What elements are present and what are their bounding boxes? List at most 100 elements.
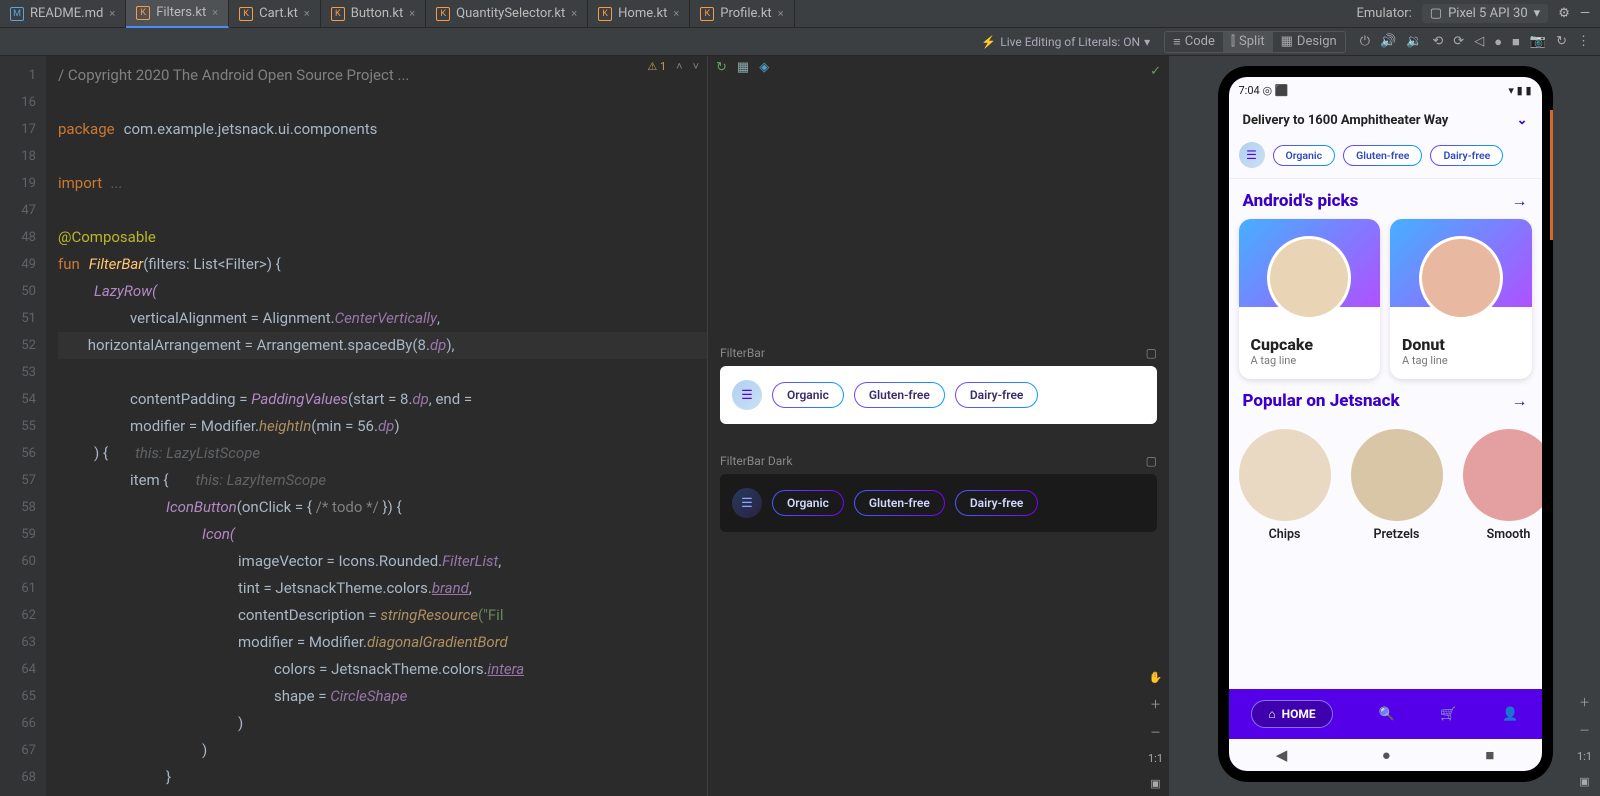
- signal-icon: ▮: [1517, 84, 1523, 97]
- back-icon[interactable]: ◀: [1276, 746, 1288, 764]
- tab-filters[interactable]: KFilters.kt×: [126, 0, 229, 28]
- preview-name-light: FilterBar: [720, 346, 765, 360]
- home-icon[interactable]: ●: [1494, 34, 1502, 50]
- filter-list-icon[interactable]: ☰: [732, 488, 762, 518]
- editor-inspections[interactable]: ⚠ 1 ˄ ˅: [647, 60, 699, 73]
- round-pretzels[interactable]: Pretzels: [1351, 429, 1443, 542]
- tab-profile[interactable]: KProfile.kt×: [690, 0, 794, 28]
- volume-down-icon[interactable]: 🔉: [1406, 34, 1422, 49]
- close-icon[interactable]: ×: [571, 7, 577, 20]
- code-body[interactable]: / Copyright 2020 The Android Open Source…: [46, 56, 707, 796]
- back-icon[interactable]: ◁: [1474, 34, 1484, 49]
- volume-up-icon[interactable]: 🔊: [1380, 34, 1396, 49]
- reload-icon[interactable]: ↻: [1556, 34, 1567, 49]
- zoom-in-icon[interactable]: ＋: [1150, 696, 1161, 712]
- device-icon[interactable]: ▢: [1146, 454, 1157, 468]
- file-tabs: MREADME.md× KFilters.kt× KCart.kt× KButt…: [0, 0, 795, 28]
- interactive-icon[interactable]: ▦: [737, 60, 749, 75]
- close-icon[interactable]: ×: [109, 7, 115, 20]
- pan-icon[interactable]: ✋: [1149, 671, 1163, 684]
- chevron-up-icon[interactable]: ˄: [676, 60, 682, 73]
- minimize-icon[interactable]: —: [1580, 6, 1590, 21]
- line-num: 68: [0, 764, 36, 791]
- chevron-down-icon[interactable]: ˅: [693, 60, 699, 73]
- round-smooth[interactable]: Smooth: [1463, 429, 1542, 542]
- arrow-right-icon[interactable]: →: [1512, 191, 1528, 211]
- card-tag: A tag line: [1402, 354, 1520, 367]
- card-donut[interactable]: DonutA tag line: [1390, 219, 1532, 379]
- close-icon[interactable]: ×: [212, 6, 218, 19]
- split-view-button[interactable]: ⫿Split: [1223, 32, 1273, 52]
- chip-organic[interactable]: Organic: [772, 490, 844, 516]
- filter-list-icon[interactable]: ☰: [732, 380, 762, 410]
- round-label: Pretzels: [1374, 527, 1420, 542]
- rounds-row[interactable]: Chips Pretzels Smooth: [1229, 419, 1542, 548]
- line-num: 17: [0, 116, 36, 143]
- chip-glutenfree[interactable]: Gluten-free: [854, 382, 945, 408]
- power-icon[interactable]: ⏻: [1360, 34, 1370, 49]
- close-icon[interactable]: ×: [673, 7, 679, 20]
- fit-icon[interactable]: ▣: [1150, 777, 1160, 790]
- tab-home[interactable]: KHome.kt×: [588, 0, 690, 28]
- camera-icon[interactable]: 📷: [1530, 34, 1546, 49]
- profile-icon[interactable]: 👤: [1502, 707, 1518, 722]
- device-icon[interactable]: ▢: [1146, 346, 1157, 360]
- line-num: 60: [0, 548, 36, 575]
- chip-dairyfree[interactable]: Dairy-free: [1430, 145, 1503, 166]
- fit-icon[interactable]: ▣: [1579, 775, 1589, 788]
- phone-icon: ▢: [1430, 6, 1442, 21]
- live-edit-toggle[interactable]: ⚡Live Editing of Literals: ON▾: [981, 35, 1150, 49]
- rotate-right-icon[interactable]: ⟳: [1453, 34, 1464, 49]
- gear-icon[interactable]: ⚙: [1558, 6, 1570, 21]
- app-filter-bar: ☰ Organic Gluten-free Dairy-free: [1229, 138, 1542, 179]
- tab-button[interactable]: KButton.kt×: [321, 0, 426, 28]
- layers-icon[interactable]: ◈: [759, 60, 769, 75]
- top-right: Emulator: ▢Pixel 5 API 30▾ ⚙ —: [1357, 4, 1600, 23]
- arrow-right-icon[interactable]: →: [1512, 391, 1528, 411]
- line-num: 52: [0, 332, 36, 359]
- zoom-reset[interactable]: 1:1: [1148, 752, 1163, 765]
- zoom-out-icon[interactable]: －: [1579, 722, 1590, 738]
- cards-row[interactable]: CupcakeA tag line DonutA tag line: [1229, 219, 1542, 379]
- delivery-row[interactable]: Delivery to 1600 Amphitheater Way⌄: [1229, 103, 1542, 138]
- chip-dairyfree[interactable]: Dairy-free: [955, 490, 1039, 516]
- code-editor[interactable]: ⚠ 1 ˄ ˅ 1 16 17 18 19 47 48 49 50 51 52 …: [0, 56, 708, 796]
- chip-organic[interactable]: Organic: [1273, 145, 1336, 166]
- close-icon[interactable]: ×: [304, 7, 310, 20]
- code-view-button[interactable]: ≡Code: [1165, 32, 1223, 52]
- line-num: 50: [0, 278, 36, 305]
- filter-list-icon[interactable]: ☰: [1239, 142, 1265, 168]
- line-num: 56: [0, 440, 36, 467]
- zoom-out-icon[interactable]: －: [1150, 724, 1161, 740]
- overview-icon[interactable]: ■: [1485, 746, 1494, 764]
- cart-icon[interactable]: 🛒: [1440, 707, 1456, 722]
- chip-organic[interactable]: Organic: [772, 382, 844, 408]
- zoom-in-icon[interactable]: ＋: [1579, 694, 1590, 710]
- refresh-icon[interactable]: ↻: [716, 60, 727, 75]
- round-chips[interactable]: Chips: [1239, 429, 1331, 542]
- close-icon[interactable]: ×: [409, 7, 415, 20]
- tab-readme[interactable]: MREADME.md×: [0, 0, 126, 28]
- overview-icon[interactable]: ■: [1512, 34, 1520, 50]
- rotate-left-icon[interactable]: ⟲: [1432, 34, 1443, 49]
- round-label: Smooth: [1487, 527, 1531, 542]
- chip-glutenfree[interactable]: Gluten-free: [1343, 145, 1422, 166]
- card-cupcake[interactable]: CupcakeA tag line: [1239, 219, 1381, 379]
- design-view-button[interactable]: ▦Design: [1273, 32, 1345, 52]
- warning-badge[interactable]: ⚠ 1: [647, 60, 666, 73]
- compose-preview[interactable]: ↻ ▦ ◈ ✓ FilterBar▢ ☰ Organic Gluten-free…: [708, 56, 1170, 796]
- tab-cart[interactable]: KCart.kt×: [229, 0, 321, 28]
- chip-dairyfree[interactable]: Dairy-free: [955, 382, 1039, 408]
- search-icon[interactable]: 🔍: [1378, 707, 1394, 722]
- close-icon[interactable]: ×: [778, 7, 784, 20]
- phone-screen[interactable]: 7:04 ◎ ⬛ ▾ ▮ ▮ Delivery to 1600 Amphithe…: [1229, 77, 1542, 771]
- zoom-reset[interactable]: 1:1: [1577, 750, 1592, 763]
- emulator-selector[interactable]: ▢Pixel 5 API 30▾: [1422, 4, 1548, 23]
- more-icon[interactable]: ⋮: [1577, 34, 1590, 49]
- tab-quantity[interactable]: KQuantitySelector.kt×: [426, 0, 588, 28]
- round-label: Chips: [1269, 527, 1301, 542]
- chip-glutenfree[interactable]: Gluten-free: [854, 490, 945, 516]
- nav-home[interactable]: ⌂HOME: [1251, 700, 1332, 728]
- section-title: Android's picks: [1243, 191, 1359, 211]
- home-icon[interactable]: ●: [1382, 746, 1391, 764]
